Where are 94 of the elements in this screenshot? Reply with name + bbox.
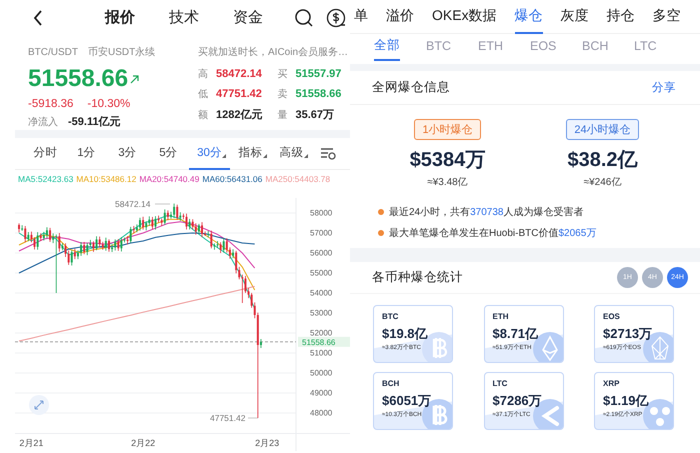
axis-label: 51000	[310, 348, 332, 358]
stat-label: 额	[198, 108, 208, 122]
period-tab[interactable]: 高级	[271, 138, 312, 170]
category-tab[interactable]: 灰度	[560, 0, 589, 34]
last-price: 51558.66	[28, 65, 128, 93]
coin-symbol: BCH	[382, 379, 400, 388]
bullet-icon	[378, 209, 384, 215]
dropdown-corner-icon	[263, 154, 267, 158]
coin-amount: $19.8亿	[382, 325, 429, 343]
promo-text[interactable]: 买就加送时长，AICoin会员服务…	[198, 45, 348, 59]
coin-symbol: BTC	[382, 312, 400, 321]
liquidation-amount: $5384万	[410, 148, 486, 173]
axis-label: 58000	[310, 208, 332, 218]
moving-average-legend: MA60:56431.06	[202, 173, 262, 185]
bullet-icon	[378, 230, 384, 236]
coin-symbol: ETH	[492, 312, 510, 321]
stat-value: 1282亿元	[216, 108, 262, 122]
moving-average-legend: MA20:54740.49	[139, 173, 200, 185]
date-label: 2月23	[255, 438, 280, 448]
period-tab[interactable]: 3分	[107, 138, 148, 170]
period-badge: 24小时爆仓	[566, 119, 639, 140]
coin-amount: $1.19亿	[603, 392, 650, 410]
high-price-label: 58472.14	[115, 199, 150, 209]
category-tab[interactable]: OKEx数据	[432, 0, 497, 34]
stat-value: 35.67万	[296, 108, 334, 122]
date-label: 2月22	[131, 438, 156, 448]
nav-tab[interactable]: 资金	[233, 8, 263, 27]
coin-symbol: EOS	[603, 312, 621, 321]
net-inflow-value: -59.11亿元	[68, 115, 121, 129]
coin-tab[interactable]: 全部	[374, 34, 426, 64]
coin-amount: $6051万	[382, 392, 432, 410]
expand-icon[interactable]	[29, 395, 49, 415]
price-change: -5918.36	[28, 98, 74, 110]
section-title: 各币种爆仓统计	[372, 269, 463, 286]
axis-label: 48000	[310, 408, 332, 418]
coin-amount: $2713万	[603, 325, 654, 343]
period-tab[interactable]: 30分	[189, 138, 230, 170]
stat-value: 58472.14	[216, 68, 262, 80]
dollar-coin-icon[interactable]	[326, 8, 346, 28]
category-tab[interactable]: 爆仓	[514, 0, 543, 34]
category-tab[interactable]: 多空	[652, 0, 681, 34]
nav-tab[interactable]: 报价	[105, 8, 135, 27]
up-arrow-icon	[130, 74, 140, 84]
axis-label: 55000	[310, 268, 332, 278]
net-inflow-label: 净流入	[28, 116, 58, 128]
category-tab[interactable]: 持仓	[606, 0, 635, 34]
axis-label: 52000	[310, 328, 332, 338]
stat-label: 低	[198, 88, 208, 101]
coin-amount: $8.71亿	[492, 325, 540, 343]
low-price-label: 47751.42	[210, 413, 246, 423]
share-link[interactable]: 分享	[652, 80, 676, 95]
dropdown-corner-icon	[304, 154, 308, 158]
period-tab[interactable]: 分时	[25, 138, 66, 170]
coin-symbol: XRP	[603, 379, 620, 388]
stat-label: 高	[198, 68, 208, 81]
summary-text: 最大单笔爆仓单发生在Huobi-BTC价值$2065万	[389, 226, 596, 240]
pair-label: BTC/USDT	[28, 46, 78, 58]
category-tab[interactable]: 溢价	[386, 0, 414, 34]
axis-label: 53000	[310, 308, 332, 318]
axis-label: 56000	[310, 248, 332, 258]
category-tab[interactable]: 单	[354, 0, 368, 34]
moving-average-legend: MA5:52423.63	[18, 173, 74, 185]
last-price-tag: 51558.66	[298, 336, 350, 347]
moving-average-legend: MA250:54403.78	[265, 173, 330, 185]
search-icon[interactable]	[294, 8, 314, 28]
period-badge: 1小时爆仓	[414, 119, 481, 140]
nav-tab[interactable]: 技术	[169, 8, 199, 27]
coin-amount: $7286万	[492, 392, 543, 410]
coin-symbol: LTC	[492, 379, 508, 388]
stat-label: 买	[278, 68, 288, 81]
period-tab[interactable]: 5分	[148, 138, 189, 170]
axis-label: 49000	[310, 388, 332, 398]
summary-text: 最近24小时，共有370738人成为爆仓受害者	[389, 206, 584, 219]
cny-amount: ≈¥246亿	[584, 176, 622, 189]
stat-value: 47751.42	[216, 88, 262, 100]
axis-label: 54000	[310, 288, 332, 298]
dropdown-corner-icon	[222, 154, 226, 158]
percent-change: -10.30%	[87, 98, 130, 110]
axis-label: 57000	[310, 228, 332, 238]
stat-label: 量	[278, 108, 288, 122]
stat-label: 卖	[278, 88, 288, 101]
axis-label: 50000	[310, 368, 332, 378]
market-label: 币安USDT永续	[88, 46, 156, 59]
date-label: 2月21	[19, 438, 44, 448]
liquidation-amount: $38.2亿	[567, 148, 638, 173]
section-title: 全网爆仓信息	[372, 79, 450, 96]
moving-average-legend: MA10:53486.12	[76, 173, 136, 185]
stat-value: 51558.66	[296, 88, 342, 100]
cny-amount: ≈¥3.48亿	[427, 176, 468, 189]
period-tab[interactable]: 指标	[230, 138, 271, 170]
settings-icon[interactable]	[320, 147, 336, 160]
stat-value: 51557.97	[296, 68, 342, 80]
back-icon[interactable]	[33, 10, 43, 26]
period-tab[interactable]: 1分	[66, 138, 107, 170]
